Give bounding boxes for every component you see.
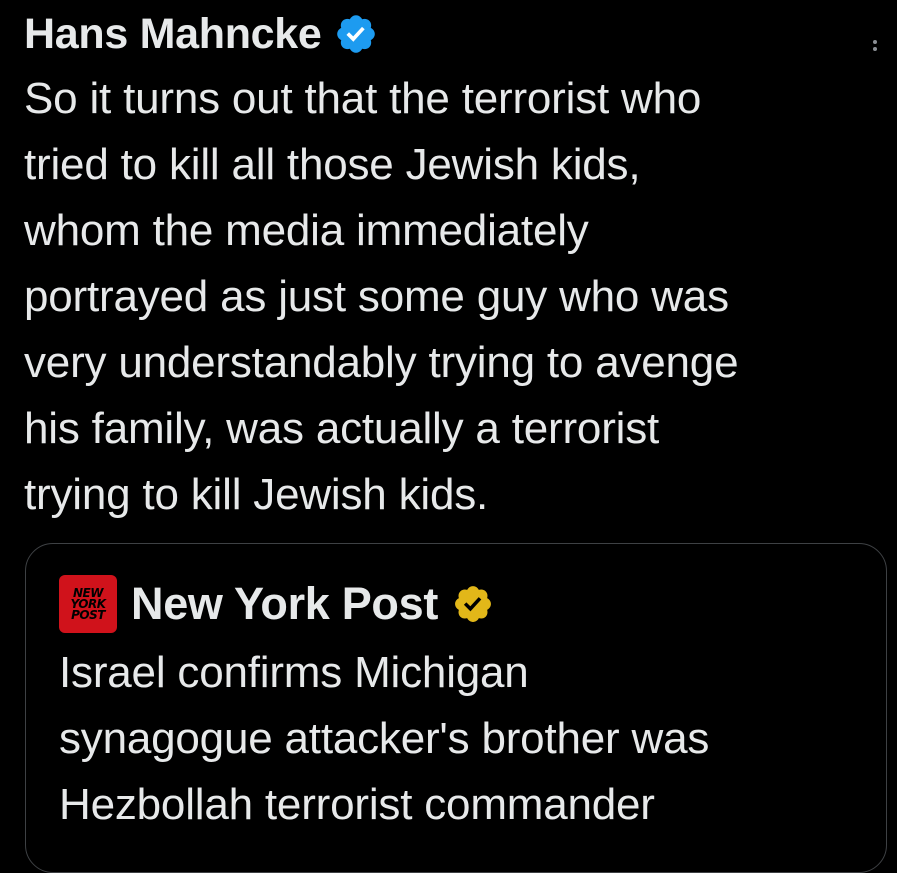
blue-verified-badge-icon[interactable] [334,12,378,56]
tweet-author-row: Hans Mahncke [24,6,378,62]
tweet-author-name[interactable]: Hans Mahncke [24,6,322,62]
quoted-tweet-card[interactable]: NEW YORK POST New York Post Israel confi… [25,543,887,873]
more-options-icon[interactable] [855,36,879,52]
gold-verified-badge-icon[interactable] [452,583,494,625]
quoted-tweet-author-name[interactable]: New York Post [131,574,438,634]
new-york-post-logo[interactable]: NEW YORK POST [59,575,117,633]
quoted-tweet-text: Israel confirms Michigan synagogue attac… [59,648,710,829]
logo-line: POST [71,607,105,622]
tweet-text: So it turns out that the terrorist who t… [24,74,739,519]
quoted-tweet-header: NEW YORK POST New York Post [59,574,494,634]
